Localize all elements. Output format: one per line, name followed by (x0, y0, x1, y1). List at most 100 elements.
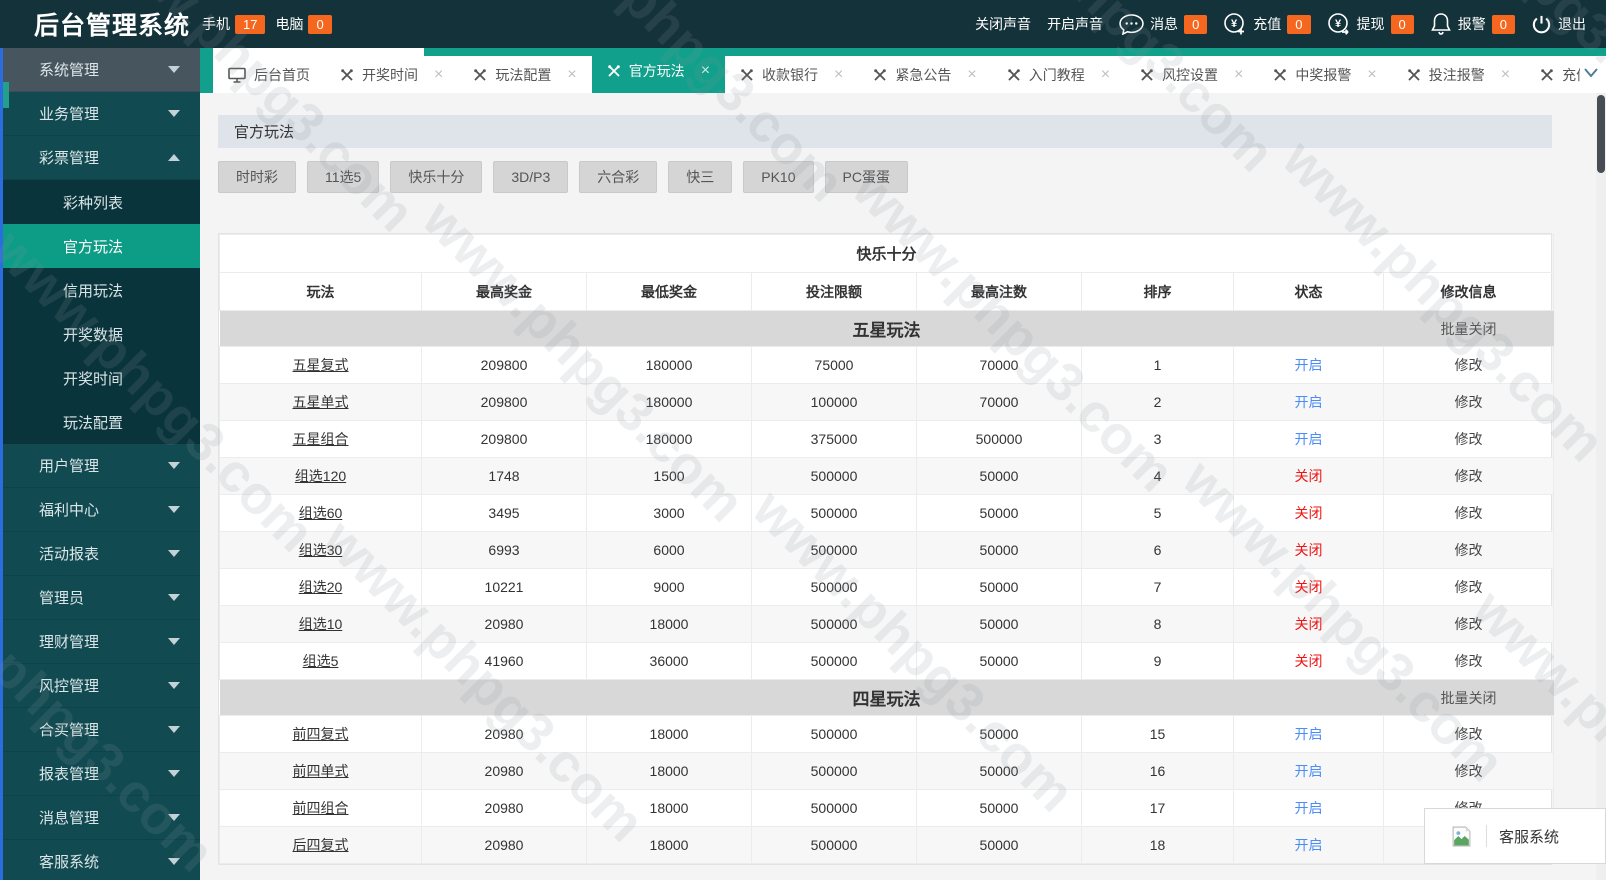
sidebar-item[interactable]: 理财管理 (3, 620, 200, 664)
sidebar-item[interactable]: 消息管理 (3, 796, 200, 840)
sidebar-item[interactable]: 福利中心 (3, 488, 200, 532)
sidebar-item[interactable]: 报表管理 (3, 752, 200, 796)
tab-item[interactable]: 入门教程 × (992, 56, 1125, 93)
sidebar-item[interactable]: 业务管理 (3, 92, 200, 136)
play-name-link[interactable]: 前四组合 (293, 800, 349, 816)
batch-close-link[interactable]: 批量关闭 (1384, 311, 1554, 347)
sidebar-item[interactable]: 活动报表 (3, 532, 200, 576)
play-name-link[interactable]: 组选20 (299, 579, 343, 595)
status-toggle-link[interactable]: 关闭 (1295, 616, 1323, 632)
topbar-action-withdraw[interactable]: ¥ 提现 0 (1327, 12, 1414, 36)
table-row: 五星复式 209800 180000 75000 70000 1 开启 修改 (219, 346, 1555, 384)
close-icon[interactable]: × (567, 66, 576, 84)
sidebar-subitem[interactable]: 开奖时间 (3, 356, 200, 400)
status-toggle-link[interactable]: 关闭 (1295, 653, 1323, 669)
play-name-link[interactable]: 组选30 (299, 542, 343, 558)
play-name-link[interactable]: 组选60 (299, 505, 343, 521)
tab-item[interactable]: 充值 (1525, 56, 1580, 93)
sidebar-item[interactable]: 合买管理 (3, 708, 200, 752)
tab-item[interactable]: 投注报警 × (1392, 56, 1525, 93)
close-icon[interactable]: × (701, 62, 710, 80)
topbar-action-bell[interactable]: 报警 0 (1430, 12, 1515, 36)
play-name-link[interactable]: 五星单式 (293, 394, 349, 410)
customer-service-widget[interactable]: 客服系统 (1424, 808, 1606, 864)
tab-overflow-button[interactable] (1583, 66, 1599, 84)
status-toggle-link[interactable]: 关闭 (1295, 505, 1323, 521)
logout-button[interactable]: 退出 (1531, 14, 1586, 35)
status-toggle-link[interactable]: 关闭 (1295, 542, 1323, 558)
play-name-link[interactable]: 前四单式 (293, 763, 349, 779)
status-toggle-link[interactable]: 开启 (1295, 800, 1323, 816)
tab-item[interactable]: 收款银行 × (725, 56, 858, 93)
action-label: 提现 (1356, 16, 1385, 32)
edit-link[interactable]: 修改 (1455, 505, 1483, 521)
play-name-link[interactable]: 前四复式 (293, 726, 349, 742)
sidebar-subitem[interactable]: 官方玩法 (3, 224, 200, 268)
edit-link[interactable]: 修改 (1455, 763, 1483, 779)
sidebar-item[interactable]: 客服系统 (3, 840, 200, 880)
edit-link[interactable]: 修改 (1455, 431, 1483, 447)
game-button[interactable]: PC蛋蛋 (824, 161, 908, 193)
topbar-action-chat[interactable]: 消息 0 (1119, 13, 1208, 35)
game-button[interactable]: 六合彩 (579, 161, 658, 193)
close-icon[interactable]: × (1101, 66, 1110, 84)
status-toggle-link[interactable]: 开启 (1295, 431, 1323, 447)
sidebar-item[interactable]: 用户管理 (3, 444, 200, 488)
game-button[interactable]: 快三 (668, 161, 733, 193)
close-icon[interactable]: × (1501, 66, 1510, 84)
edit-link[interactable]: 修改 (1455, 579, 1483, 595)
scrollbar-thumb[interactable] (1597, 95, 1605, 173)
status-toggle-link[interactable]: 关闭 (1295, 579, 1323, 595)
close-icon[interactable]: × (834, 66, 843, 84)
edit-link[interactable]: 修改 (1455, 653, 1483, 669)
play-name-link[interactable]: 后四复式 (293, 837, 349, 853)
close-icon[interactable]: × (1367, 66, 1376, 84)
sidebar-subitem[interactable]: 开奖数据 (3, 312, 200, 356)
game-button[interactable]: 11选5 (307, 161, 380, 193)
edit-link[interactable]: 修改 (1455, 468, 1483, 484)
play-name-link[interactable]: 组选5 (303, 653, 339, 669)
sidebar-item[interactable]: 彩票管理 (3, 136, 200, 180)
status-toggle-link[interactable]: 开启 (1295, 837, 1323, 853)
status-toggle-link[interactable]: 开启 (1295, 726, 1323, 742)
sidebar-subitem[interactable]: 信用玩法 (3, 268, 200, 312)
status-toggle-link[interactable]: 开启 (1295, 394, 1323, 410)
status-toggle-link[interactable]: 关闭 (1295, 468, 1323, 484)
edit-link[interactable]: 修改 (1455, 357, 1483, 373)
tab-item[interactable]: 风控设置 × (1125, 56, 1258, 93)
edit-link[interactable]: 修改 (1455, 616, 1483, 632)
close-icon[interactable]: × (967, 66, 976, 84)
game-button[interactable]: PK10 (743, 161, 814, 193)
tab-item[interactable]: 中奖报警 × (1258, 56, 1391, 93)
game-button[interactable]: 3D/P3 (493, 161, 569, 193)
sidebar-subitem[interactable]: 玩法配置 (3, 400, 200, 444)
sidebar-item[interactable]: 系统管理 (3, 48, 200, 92)
status-toggle-link[interactable]: 开启 (1295, 357, 1323, 373)
edit-link[interactable]: 修改 (1455, 726, 1483, 742)
sidebar-item[interactable]: 风控管理 (3, 664, 200, 708)
play-name-link[interactable]: 组选120 (295, 468, 346, 484)
edit-link[interactable]: 修改 (1455, 542, 1483, 558)
close-icon[interactable]: × (1234, 66, 1243, 84)
batch-close-link[interactable]: 批量关闭 (1384, 680, 1554, 716)
cell-value: 180000 (645, 357, 693, 373)
tab-item[interactable]: 紧急公告 × (858, 56, 991, 93)
sound-on-link[interactable]: 开启声音 (1047, 14, 1103, 34)
tab-item[interactable]: 玩法配置 × (458, 56, 591, 93)
edit-link[interactable]: 修改 (1455, 394, 1483, 410)
game-button[interactable]: 快乐十分 (390, 161, 483, 193)
tab-item[interactable]: 后台首页 (213, 56, 325, 93)
play-name-link[interactable]: 五星复式 (293, 357, 349, 373)
play-name-link[interactable]: 五星组合 (293, 431, 349, 447)
topbar-action-recharge[interactable]: ¥ 充值 0 (1223, 12, 1311, 36)
sidebar-item[interactable]: 管理员 (3, 576, 200, 620)
sound-off-link[interactable]: 关闭声音 (975, 14, 1031, 34)
sidebar-subitem[interactable]: 彩种列表 (3, 180, 200, 224)
game-button[interactable]: 时时彩 (218, 161, 296, 193)
tab-item[interactable]: 开奖时间 × (325, 56, 458, 93)
tab-active[interactable]: 官方玩法 × (591, 48, 726, 93)
status-toggle-link[interactable]: 开启 (1295, 763, 1323, 779)
play-name-link[interactable]: 组选10 (299, 616, 343, 632)
sidebar-item-label: 彩票管理 (39, 150, 100, 167)
close-icon[interactable]: × (434, 66, 443, 84)
